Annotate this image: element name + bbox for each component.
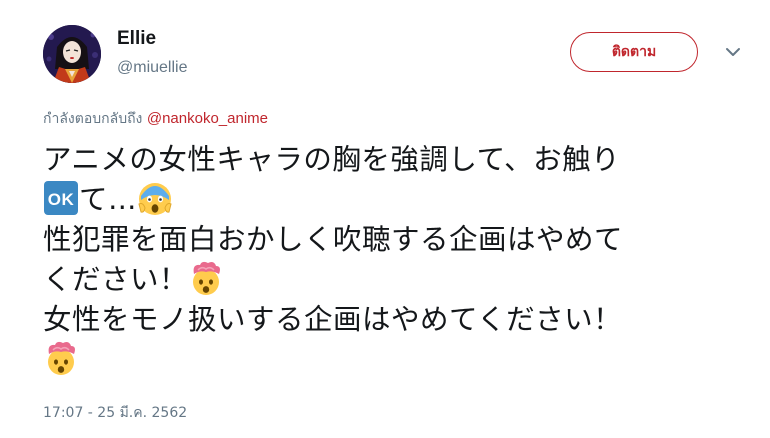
reply-mention-link[interactable]: @nankoko_anime: [147, 110, 268, 127]
avatar-illustration: [43, 25, 101, 83]
tweet-line: 性犯罪を面白おかしく吹聴する企画はやめて: [43, 223, 624, 256]
tweet-line: ください！: [43, 260, 743, 300]
exploding-head-icon: [193, 261, 221, 295]
ok-button-emoji-icon: OK: [44, 181, 78, 215]
avatar[interactable]: [43, 25, 101, 83]
author-handle[interactable]: @miuellie: [117, 58, 187, 78]
tweet-line: [43, 340, 743, 380]
svg-text:OK: OK: [48, 190, 75, 209]
tweet-line-text: ください！: [43, 263, 189, 296]
tweet-line: OK て…: [43, 180, 743, 220]
reply-prefix: กำลังตอบกลับถึง: [43, 111, 143, 127]
exploding-head-icon: [48, 341, 75, 375]
tweet-line-text: て…: [79, 183, 138, 216]
tweet-line: 女性をモノ扱いする企画はやめてください！: [43, 303, 623, 336]
tweet-line: アニメの女性キャラの胸を強調して、お触り: [43, 143, 621, 176]
face-screaming-in-fear-icon: [138, 183, 172, 215]
tweet-timestamp[interactable]: 17:07 - 25 มี.ค. 2562: [43, 404, 187, 422]
chevron-down-icon[interactable]: [725, 46, 741, 58]
author-display-name[interactable]: Ellie: [117, 28, 156, 50]
follow-button[interactable]: ติดตาม: [570, 32, 698, 72]
reply-context: กำลังตอบกลับถึง @nankoko_anime: [43, 110, 268, 128]
tweet-card: Ellie @miuellie ติดตาม กำลังตอบกลับถึง @…: [0, 0, 770, 438]
tweet-text: アニメの女性キャラの胸を強調して、お触り OK て… 性犯罪を面白おかしく吹聴す…: [43, 140, 743, 380]
